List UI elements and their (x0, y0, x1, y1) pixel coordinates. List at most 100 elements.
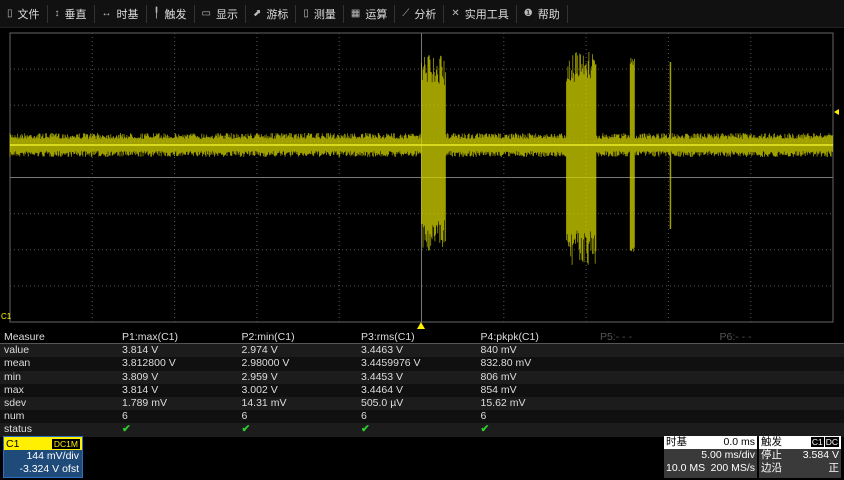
trigger-type: 边沿 (761, 462, 782, 474)
menu-item-2[interactable]: ↔ 时基 (95, 4, 147, 23)
coupling-badge: DC1M (51, 438, 80, 449)
channel-1-ground-marker: C1 (1, 312, 12, 321)
menu-label: 游标 (266, 8, 289, 21)
table-cell: min (4, 370, 21, 383)
sample-rate: 200 MS/s (710, 462, 755, 474)
table-cell: 1.789 mV (122, 396, 167, 409)
measure-icon: ▯ (303, 8, 309, 19)
channel-name: C1 (6, 437, 20, 450)
table-cell: 6 (241, 410, 248, 423)
column-header: P3:rms(C1) (361, 331, 415, 343)
menu-item-0[interactable]: ▯ 文件 (0, 4, 48, 23)
column-header: P5:- - - (600, 331, 633, 343)
table-cell: 6 (122, 410, 128, 423)
table-cell: sdev (4, 396, 27, 409)
timebase-title: 时基 (666, 436, 687, 448)
table-cell: 2.974 V (241, 344, 278, 357)
menu-label: 垂直 (64, 8, 87, 21)
table-cell: 3.812800 V (122, 357, 176, 370)
menu-label: 时基 (116, 8, 139, 21)
table-cell: 2.959 V (241, 370, 278, 383)
column-header: P2:min(C1) (241, 331, 295, 343)
trigger-coupling: DC (824, 437, 839, 447)
table-cell: 6 (361, 410, 367, 423)
menu-label: 运算 (365, 8, 388, 21)
menu-label: 触发 (164, 8, 187, 21)
table-cell: 6 (480, 410, 487, 423)
info-icon: ❶ (523, 8, 533, 19)
menu-item-3[interactable]: ╿ 触发 (147, 4, 195, 23)
table-cell: 3.002 V (241, 383, 278, 396)
table-cell: 854 mV (480, 383, 517, 396)
table-header: Measure P1:max(C1) P2:min(C1) P3:rms(C1) P4:… (0, 331, 844, 345)
table-cell: num (4, 410, 25, 423)
column-header: P6:- - - (719, 331, 752, 343)
menu-item-4[interactable]: ▭ 显示 (195, 4, 246, 23)
table-row: max 3.814 V 3.002 V 3.4464 V 854 mV (0, 383, 844, 397)
run-state: 停止 (761, 449, 782, 461)
waveform-plot: C1 (1, 32, 839, 329)
trigger-flag-icon: ╿ (153, 8, 160, 19)
tools-icon: ✕ (451, 8, 460, 19)
column-header: P4:pkpk(C1) (480, 331, 539, 343)
display-icon: ▭ (201, 8, 211, 19)
check-icon: ✔ (480, 423, 490, 436)
table-row: sdev 1.789 mV 14.31 mV 505.0 µV 15.62 mV (0, 396, 844, 411)
trigger-level-marker (834, 109, 839, 115)
menu-label: 测量 (313, 8, 336, 21)
timebase-panel[interactable]: 时基 0.0 ms 5.00 ms/div 10.0 MS 200 MS/s (664, 436, 757, 478)
menu-item-5[interactable]: ⬈ 游标 (246, 4, 297, 23)
menu-label: 帮助 (537, 8, 560, 21)
table-cell: 3.814 V (122, 383, 159, 396)
calculator-icon: ▦ (350, 8, 361, 19)
table-cell: 3.4459976 V (361, 357, 421, 370)
trigger-panel[interactable]: 触发 C1 DC 停止 3.584 V 边沿 正 (759, 436, 841, 478)
table-row: status ✔ ✔ ✔ ✔ (0, 423, 844, 437)
table-cell: 840 mV (480, 344, 517, 357)
menu-label: 分析 (414, 8, 437, 21)
table-cell: max (4, 383, 24, 396)
check-icon: ✔ (361, 423, 370, 436)
menu-item-9[interactable]: ✕ 实用工具 (444, 4, 517, 23)
table-cell: 3.809 V (122, 370, 159, 383)
table-cell: 3.4464 V (361, 383, 404, 396)
menu-item-6[interactable]: ▯ 测量 (296, 4, 344, 23)
table-cell: 806 mV (480, 370, 517, 383)
table-cell: 3.814 V (122, 344, 159, 357)
menu-label: 显示 (216, 8, 238, 21)
table-cell: 3.4453 V (361, 370, 404, 383)
table-row: mean 3.812800 V 2.98000 V 3.4459976 V 832.80… (0, 357, 844, 371)
vertical-offset: -3.324 V ofst (19, 463, 79, 475)
measurement-table: Measure P1:max(C1) P2:min(C1) P3:rms(C1) P4:… (0, 331, 844, 437)
trigger-source: C1 (810, 437, 824, 447)
table-cell: 14.31 mV (241, 396, 287, 409)
menu-item-8[interactable]: ⟋ 分析 (395, 4, 445, 23)
menu-item-10[interactable]: ❶ 帮助 (517, 4, 568, 23)
table-cell: status (4, 423, 33, 436)
horizontal-arrows-icon: ↔ (101, 8, 112, 19)
clipboard-icon: ▯ (7, 8, 13, 19)
channel-1-panel[interactable]: C1 DC1M 144 mV/div -3.324 V ofst (3, 436, 83, 478)
table-cell: 3.4463 V (361, 344, 404, 357)
vertical-scale: 144 mV/div (26, 450, 79, 462)
table-row: num 6 6 6 6 (0, 410, 844, 424)
analysis-chart-icon: ⟋ (402, 8, 410, 19)
menu-label: 实用工具 (464, 8, 509, 21)
timebase-delay: 0.0 ms (723, 436, 755, 448)
column-header: P1:max(C1) (122, 331, 179, 343)
trigger-slope: 正 (828, 462, 840, 474)
memory-depth: 10.0 MS (666, 462, 706, 474)
table-cell: 505.0 µV (361, 396, 404, 409)
table-cell: mean (4, 357, 31, 370)
menu-bar: ▯ 文件 ↕ 垂直 ↔ 时基 ╿ 触发 ▭ 显示 ⬈ 游标 ▯ 测量 ▦ 运算 ⟋ 分析 ✕ 实用工具 ❶ 帮助 (0, 0, 844, 28)
menu-label: 文件 (17, 8, 40, 21)
timebase-scale: 5.00 ms/div (701, 449, 755, 461)
waveform-display[interactable]: C1 (0, 29, 844, 331)
check-icon: ✔ (122, 423, 131, 436)
menu-item-1[interactable]: ↕ 垂直 (48, 4, 95, 23)
trigger-title: 触发 (761, 436, 782, 448)
vertical-arrows-icon: ↕ (54, 8, 60, 19)
column-header: Measure (4, 331, 45, 343)
menu-item-7[interactable]: ▦ 运算 (344, 4, 396, 23)
table-cell: value (4, 344, 30, 357)
